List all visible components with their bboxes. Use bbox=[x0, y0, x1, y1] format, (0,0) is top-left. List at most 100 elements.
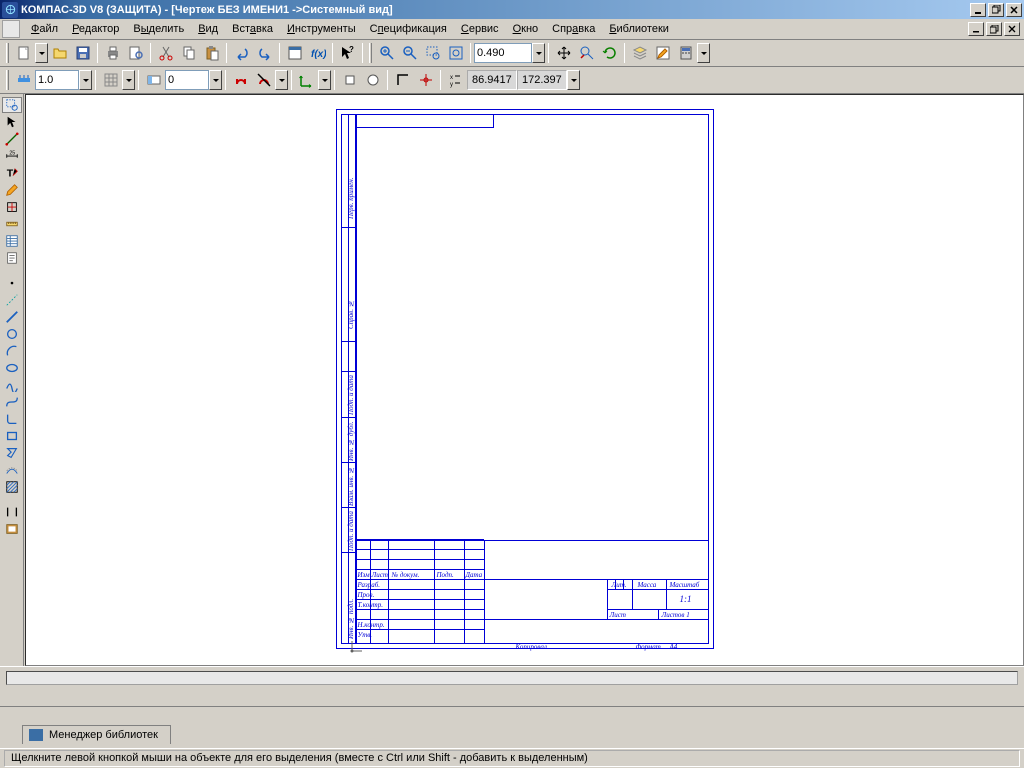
pan-button[interactable] bbox=[552, 42, 575, 64]
param-tool[interactable] bbox=[2, 199, 22, 215]
text-tool[interactable]: T bbox=[2, 165, 22, 181]
minimize-button[interactable] bbox=[970, 3, 986, 17]
drawing-canvas[interactable]: Перв. примен. Справ. № Подп. и дата Инв.… bbox=[25, 94, 1024, 666]
undo-button[interactable] bbox=[230, 42, 253, 64]
side-invdubl: Инв. № дубл. bbox=[347, 421, 355, 461]
stamp-kopir: Копировал bbox=[516, 643, 547, 651]
layer-color-button[interactable] bbox=[142, 69, 165, 91]
mdi-icon[interactable] bbox=[2, 20, 20, 38]
zoom-dropdown[interactable] bbox=[532, 43, 545, 63]
property-strip[interactable] bbox=[6, 671, 1018, 685]
menu-editor[interactable]: Редактор bbox=[65, 21, 126, 37]
open-button[interactable] bbox=[48, 42, 71, 64]
menu-spec[interactable]: Спецификация bbox=[363, 21, 454, 37]
zoom-in-button[interactable] bbox=[375, 42, 398, 64]
rect-tool[interactable] bbox=[2, 428, 22, 444]
menu-view[interactable]: Вид bbox=[191, 21, 225, 37]
print-button[interactable] bbox=[101, 42, 124, 64]
new-dropdown[interactable] bbox=[35, 43, 48, 63]
variables-button[interactable]: f(x) bbox=[306, 42, 329, 64]
menu-select[interactable]: Выделить bbox=[126, 21, 191, 37]
segment-tool[interactable] bbox=[2, 309, 22, 325]
close-button[interactable] bbox=[1006, 3, 1022, 17]
zoom-window-button[interactable] bbox=[421, 42, 444, 64]
restore-button[interactable] bbox=[988, 3, 1004, 17]
snap-toggle-button[interactable] bbox=[229, 69, 252, 91]
new-button[interactable] bbox=[12, 42, 35, 64]
menu-insert[interactable]: Вставка bbox=[225, 21, 280, 37]
hatch-tool[interactable] bbox=[2, 479, 22, 495]
library-tab-label: Менеджер библиотек bbox=[49, 729, 158, 741]
save-button[interactable] bbox=[71, 42, 94, 64]
zoom-input[interactable] bbox=[474, 43, 532, 63]
library-icon bbox=[29, 729, 43, 741]
properties-button[interactable] bbox=[283, 42, 306, 64]
zoom-fit-button[interactable] bbox=[444, 42, 467, 64]
toolbar-grip[interactable] bbox=[6, 70, 9, 90]
contour-tool[interactable] bbox=[2, 445, 22, 461]
menu-libraries[interactable]: Библиотеки bbox=[602, 21, 676, 37]
menu-tools[interactable]: Инструменты bbox=[280, 21, 363, 37]
menu-service[interactable]: Сервис bbox=[454, 21, 506, 37]
bracket-tool[interactable] bbox=[2, 504, 22, 520]
mdi-minimize-button[interactable] bbox=[968, 22, 984, 36]
bezier-tool[interactable] bbox=[2, 394, 22, 410]
round-button[interactable] bbox=[361, 69, 384, 91]
snap-off-button[interactable] bbox=[252, 69, 275, 91]
paste-button[interactable] bbox=[200, 42, 223, 64]
edit-layer-button[interactable] bbox=[651, 42, 674, 64]
dimension-tool[interactable]: 25 bbox=[2, 148, 22, 164]
point-tool[interactable] bbox=[2, 275, 22, 291]
library-manager-tab[interactable]: Менеджер библиотек bbox=[22, 725, 171, 744]
menu-window[interactable]: Окно bbox=[506, 21, 546, 37]
layers-button[interactable] bbox=[628, 42, 651, 64]
coord-label-button[interactable]: xy bbox=[444, 69, 467, 91]
spec-tool[interactable] bbox=[2, 233, 22, 249]
aux-line-tool[interactable] bbox=[2, 292, 22, 308]
redo-button[interactable] bbox=[253, 42, 276, 64]
coord-widget-button[interactable] bbox=[414, 69, 437, 91]
svg-text:f(x): f(x) bbox=[311, 49, 326, 60]
coord-origin-button[interactable] bbox=[295, 69, 318, 91]
arc-tool[interactable] bbox=[2, 343, 22, 359]
fillet-tool[interactable] bbox=[2, 411, 22, 427]
pick-tool[interactable] bbox=[2, 114, 22, 130]
toolbar-grip[interactable] bbox=[369, 43, 372, 63]
edit-tool[interactable] bbox=[2, 182, 22, 198]
calc-dropdown[interactable] bbox=[697, 43, 710, 63]
spline-tool[interactable] bbox=[2, 377, 22, 393]
lineweight-dropdown[interactable] bbox=[79, 70, 92, 90]
menu-file[interactable]: Файл bbox=[24, 21, 65, 37]
snap-dropdown[interactable] bbox=[275, 70, 288, 90]
zoom-window-tool[interactable] bbox=[2, 97, 22, 113]
copy-button[interactable] bbox=[177, 42, 200, 64]
measure-tool[interactable] bbox=[2, 216, 22, 232]
ortho-button[interactable] bbox=[338, 69, 361, 91]
line-tool[interactable] bbox=[2, 131, 22, 147]
menu-help[interactable]: Справка bbox=[545, 21, 602, 37]
grid-dropdown[interactable] bbox=[122, 70, 135, 90]
ortho-mode-button[interactable] bbox=[391, 69, 414, 91]
coord-dropdown[interactable] bbox=[318, 70, 331, 90]
preview-button[interactable] bbox=[124, 42, 147, 64]
style-input[interactable] bbox=[165, 70, 209, 90]
calc-button[interactable] bbox=[674, 42, 697, 64]
mdi-restore-button[interactable] bbox=[986, 22, 1002, 36]
mdi-close-button[interactable] bbox=[1004, 22, 1020, 36]
zoom-out-button[interactable] bbox=[398, 42, 421, 64]
library-browser-tool[interactable] bbox=[2, 521, 22, 537]
report-tool[interactable] bbox=[2, 250, 22, 266]
style-dropdown[interactable] bbox=[209, 70, 222, 90]
lineweight-input[interactable] bbox=[35, 70, 79, 90]
zoom-prev-button[interactable] bbox=[575, 42, 598, 64]
snap-button[interactable] bbox=[12, 69, 35, 91]
help-cursor-button[interactable]: ? bbox=[336, 42, 359, 64]
toolbar-grip[interactable] bbox=[6, 43, 9, 63]
equidistant-tool[interactable] bbox=[2, 462, 22, 478]
coord-precision-dropdown[interactable] bbox=[567, 70, 580, 90]
redraw-button[interactable] bbox=[598, 42, 621, 64]
ellipse-tool[interactable] bbox=[2, 360, 22, 376]
grid-button[interactable] bbox=[99, 69, 122, 91]
circle-tool[interactable] bbox=[2, 326, 22, 342]
cut-button[interactable] bbox=[154, 42, 177, 64]
